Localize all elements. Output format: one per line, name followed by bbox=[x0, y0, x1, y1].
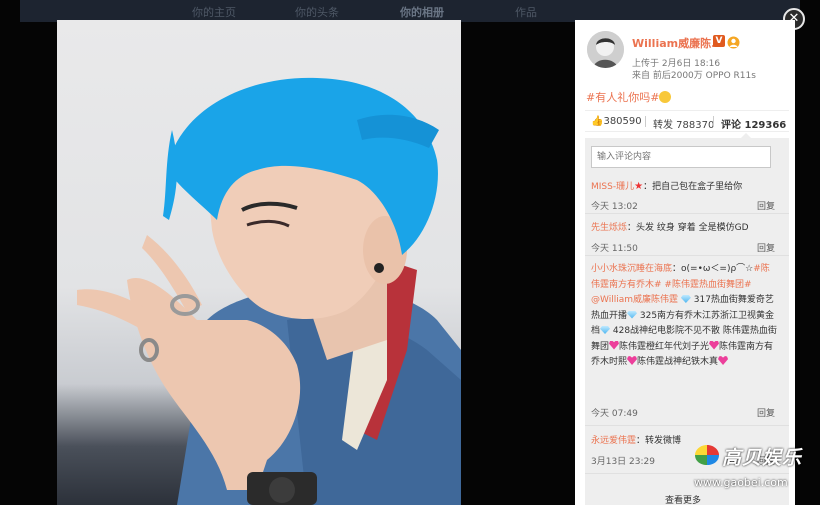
post-info-panel: William威廉陈... V 上传于 2月6日 18:16 来自 前后2000… bbox=[575, 20, 795, 505]
stat-divider bbox=[645, 116, 646, 127]
comment-item: MISS-珊儿★：把自己包在盒子里给你 今天 13:02 回复 bbox=[585, 174, 789, 214]
post-source: 来自 前后2000万 OPPO R11s bbox=[632, 71, 756, 81]
comment-time: 今天 13:02 bbox=[591, 202, 638, 212]
star-icon: ★ bbox=[634, 181, 644, 192]
heart-icon bbox=[627, 356, 638, 365]
photo-lightbox: 你的主页 你的头条 你的相册 作品 ✕ William威廉陈... V 上传于 … bbox=[0, 0, 820, 505]
reply-button[interactable]: 回复 bbox=[757, 406, 775, 419]
hashtag-link[interactable]: #陈伟霆热血街舞团# bbox=[664, 280, 751, 290]
comment-text: ：把自己包在盒子里给你 bbox=[643, 182, 743, 192]
comment-text: ：o(=•ω＜=)ρ⌒☆ bbox=[672, 264, 754, 274]
comment-author[interactable]: 先生烁烁 bbox=[591, 223, 627, 233]
comment-time: 3月13日 23:29 bbox=[591, 457, 655, 467]
heart-icon bbox=[718, 356, 729, 365]
reply-button[interactable]: 回复 bbox=[757, 199, 775, 212]
fan-badge-icon bbox=[727, 34, 740, 49]
thinking-emoji-icon bbox=[659, 91, 672, 103]
like-button[interactable]: 👍380590 bbox=[591, 116, 642, 127]
comment-input[interactable] bbox=[591, 146, 771, 168]
verified-icon: V bbox=[713, 35, 725, 47]
comment-author[interactable]: MISS-珊儿 bbox=[591, 182, 634, 192]
view-more-link[interactable]: 查看更多 bbox=[665, 493, 701, 505]
bg-tab-home: 你的主页 bbox=[192, 6, 236, 19]
post-text: #有人礼你吗# bbox=[586, 89, 672, 105]
avatar[interactable] bbox=[587, 31, 624, 68]
watermark-url: www.gaobei.com bbox=[694, 476, 788, 489]
heart-icon bbox=[609, 340, 620, 350]
comment-author[interactable]: 小小水珠沉睡在海底 bbox=[591, 264, 672, 274]
repost-button[interactable]: 转发 788370 bbox=[653, 116, 714, 131]
post-stats-bar: 👍380590 转发 788370 评论 129366 bbox=[585, 110, 789, 138]
bg-tab-works: 作品 bbox=[515, 6, 537, 19]
comment-time: 今天 07:49 bbox=[591, 409, 638, 419]
post-username[interactable]: William威廉陈... bbox=[632, 35, 724, 51]
comments-tab[interactable]: 评论 129366 bbox=[721, 116, 786, 131]
bg-tab-album: 你的相册 bbox=[400, 6, 444, 19]
comment-item: 先生烁烁：头发 纹身 穿着 全是模仿GD 今天 11:50 回复 bbox=[585, 216, 789, 256]
post-hashtag[interactable]: #有人礼你吗# bbox=[586, 91, 659, 104]
diamond-icon bbox=[600, 326, 611, 334]
comment-author[interactable]: 永远爱伟霆 bbox=[591, 436, 636, 446]
diamond-icon bbox=[627, 310, 638, 319]
diamond-icon bbox=[680, 295, 691, 303]
comment-time: 今天 11:50 bbox=[591, 244, 638, 254]
comment-text: ：转发微博 bbox=[636, 436, 682, 446]
post-photo[interactable] bbox=[57, 20, 461, 505]
mention-link[interactable]: @William威廉陈伟霆 bbox=[591, 295, 678, 305]
comment-text: ：头发 纹身 穿着 全是模仿GD bbox=[627, 223, 749, 233]
stat-divider bbox=[713, 116, 714, 127]
comment-item: 小小水珠沉睡在海底：o(=•ω＜=)ρ⌒☆#陈伟霆南方有乔木# #陈伟霆热血街舞… bbox=[585, 258, 789, 426]
portrait-image bbox=[77, 77, 461, 505]
background-nav: 你的主页 你的头条 你的相册 作品 bbox=[20, 0, 800, 22]
brand-logo-icon bbox=[694, 443, 720, 467]
heart-icon bbox=[709, 340, 720, 350]
thumbs-up-icon: 👍 bbox=[591, 116, 604, 127]
bg-tab-headlines: 你的头条 bbox=[295, 6, 339, 19]
site-watermark: 高贝娱乐 www.gaobei.com bbox=[690, 443, 810, 491]
watermark-brand: 高贝娱乐 bbox=[722, 447, 803, 469]
reply-button[interactable]: 回复 bbox=[757, 241, 775, 254]
like-count: 380590 bbox=[603, 116, 642, 127]
